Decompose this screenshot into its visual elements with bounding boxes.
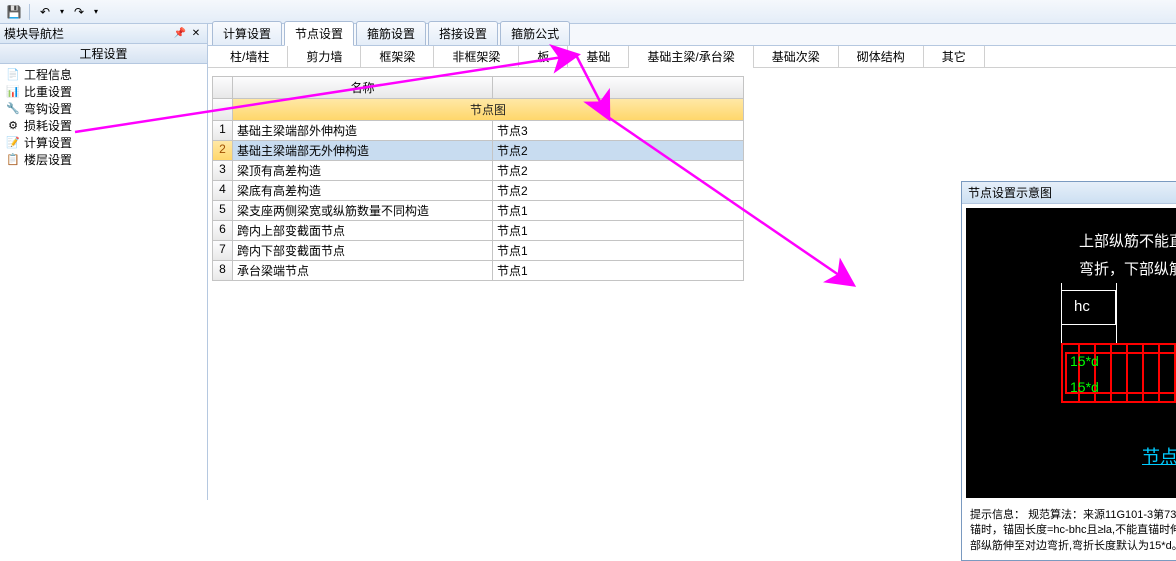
- tree-list: 📄 工程信息 📊 比重设置 🔧 弯钩设置 ⚙ 损耗设置 📝 计算设置 📋 楼层设置: [0, 64, 207, 500]
- save-icon[interactable]: 💾: [4, 2, 24, 22]
- undo-dropdown-icon[interactable]: ▾: [57, 2, 67, 22]
- table-row[interactable]: 5梁支座两侧梁宽或纵筋数量不同构造节点1: [212, 201, 744, 221]
- row-number: 8: [213, 261, 233, 280]
- tree-item-icon: 📝: [6, 136, 20, 150]
- tree-item-icon: 🔧: [6, 102, 20, 116]
- tree-item-label: 工程信息: [24, 66, 72, 83]
- tree-item-4[interactable]: 📝 计算设置: [0, 134, 207, 151]
- tab-0[interactable]: 计算设置: [212, 21, 282, 45]
- top-toolbar: 💾 ↶ ▾ ↷ ▾: [0, 0, 1176, 24]
- row-node: 节点2: [493, 161, 743, 180]
- tab-3[interactable]: 搭接设置: [428, 21, 498, 45]
- row-node: 节点1: [493, 261, 743, 280]
- sub-tab-5[interactable]: 基础: [568, 46, 629, 68]
- row-number: 6: [213, 221, 233, 240]
- row-number: 7: [213, 241, 233, 260]
- table-row[interactable]: 2基础主梁端部无外伸构造节点2: [212, 141, 744, 161]
- row-number: 2: [213, 141, 233, 160]
- table-row[interactable]: 1基础主梁端部外伸构造节点3: [212, 121, 744, 141]
- tree-item-icon: ⚙: [6, 119, 20, 133]
- diagram-text-2: 弯折，下部纵筋至端部弯折: [966, 258, 1176, 279]
- row-number: 1: [213, 121, 233, 140]
- table-row[interactable]: 7跨内下部变截面节点节点1: [212, 241, 744, 261]
- table-row[interactable]: 8承台梁端节点节点1: [212, 261, 744, 281]
- table-row[interactable]: 6跨内上部变截面节点节点1: [212, 221, 744, 241]
- tree-item-icon: 📋: [6, 153, 20, 167]
- diagram-caption[interactable]: 节点二: [966, 443, 1176, 469]
- tab-2[interactable]: 箍筋设置: [356, 21, 426, 45]
- diagram-panel: 节点设置示意图 上部纵筋不能直锚时至端部 弯折，下部纵筋至端部弯折 hc: [961, 181, 1176, 561]
- sub-tab-7[interactable]: 基础次梁: [754, 46, 839, 68]
- proj-settings-header[interactable]: 工程设置: [0, 44, 207, 64]
- row-node: 节点1: [493, 201, 743, 220]
- sub-tab-0[interactable]: 柱/墙柱: [212, 46, 288, 68]
- row-name: 跨内下部变截面节点: [233, 241, 493, 260]
- row-name: 承台梁端节点: [233, 261, 493, 280]
- content-area: 名称 节点图 1基础主梁端部外伸构造节点32基础主梁端部无外伸构造节点23梁顶有…: [208, 68, 1176, 500]
- sub-tab-8[interactable]: 砌体结构: [839, 46, 924, 68]
- sub-tab-3[interactable]: 非框架梁: [434, 46, 519, 68]
- left-panel: 模块导航栏 📌 ✕ 工程设置 📄 工程信息 📊 比重设置 🔧 弯钩设置 ⚙ 损耗设置 📝 计算设置…: [0, 24, 208, 500]
- tree-item-3[interactable]: ⚙ 损耗设置: [0, 117, 207, 134]
- diagram-value-1: 15*d: [1070, 353, 1099, 369]
- tree-item-5[interactable]: 📋 楼层设置: [0, 151, 207, 168]
- tree-item-label: 计算设置: [24, 134, 72, 151]
- band-label: 节点图: [233, 99, 743, 120]
- row-node: 节点3: [493, 121, 743, 140]
- row-number: 3: [213, 161, 233, 180]
- info-label: 提示信息：: [970, 508, 1025, 523]
- diagram-canvas: 上部纵筋不能直锚时至端部 弯折，下部纵筋至端部弯折 hc: [966, 208, 1176, 498]
- tree-item-1[interactable]: 📊 比重设置: [0, 83, 207, 100]
- row-name: 基础主梁端部无外伸构造: [233, 141, 493, 160]
- row-name: 基础主梁端部外伸构造: [233, 121, 493, 140]
- row-node: 节点2: [493, 181, 743, 200]
- row-number: 4: [213, 181, 233, 200]
- row-name: 梁底有高差构造: [233, 181, 493, 200]
- table-row[interactable]: 4梁底有高差构造节点2: [212, 181, 744, 201]
- row-name: 跨内上部变截面节点: [233, 221, 493, 240]
- row-number: 5: [213, 201, 233, 220]
- row-node: 节点1: [493, 241, 743, 260]
- sub-tab-9[interactable]: 其它: [924, 46, 985, 68]
- tree-item-2[interactable]: 🔧 弯钩设置: [0, 100, 207, 117]
- diagram-hc: hc: [1074, 298, 1090, 315]
- tree-item-icon: 📊: [6, 85, 20, 99]
- grid-band: 节点图: [212, 99, 744, 121]
- tree-item-icon: 📄: [6, 68, 20, 82]
- row-name: 梁支座两侧梁宽或纵筋数量不同构造: [233, 201, 493, 220]
- table-row[interactable]: 3梁顶有高差构造节点2: [212, 161, 744, 181]
- diagram-title: 节点设置示意图: [962, 182, 1176, 204]
- tree-item-label: 弯钩设置: [24, 100, 72, 117]
- tree-item-label: 损耗设置: [24, 117, 72, 134]
- tree-item-label: 楼层设置: [24, 151, 72, 168]
- close-icon[interactable]: ✕: [189, 27, 203, 41]
- diagram-text-1: 上部纵筋不能直锚时至端部: [966, 230, 1176, 251]
- undo-icon[interactable]: ↶: [35, 2, 55, 22]
- sub-tab-4[interactable]: 板: [519, 46, 568, 68]
- col-name[interactable]: 名称: [233, 77, 493, 98]
- tab-4[interactable]: 箍筋公式: [500, 21, 570, 45]
- tree-item-label: 比重设置: [24, 83, 72, 100]
- redo-icon[interactable]: ↷: [69, 2, 89, 22]
- module-nav-header: 模块导航栏 📌 ✕: [0, 24, 207, 44]
- sub-tab-6[interactable]: 基础主梁/承台梁: [629, 46, 753, 68]
- right-panel: 计算设置节点设置箍筋设置搭接设置箍筋公式 柱/墙柱剪力墙框架梁非框架梁板基础基础…: [208, 24, 1176, 500]
- row-name: 梁顶有高差构造: [233, 161, 493, 180]
- module-nav-label: 模块导航栏: [4, 25, 64, 42]
- row-node: 节点1: [493, 221, 743, 240]
- sub-tabs: 柱/墙柱剪力墙框架梁非框架梁板基础基础主梁/承台梁基础次梁砌体结构其它: [208, 46, 1176, 68]
- diagram-info: 提示信息： 规范算法：来源11G101-3第73页“端部无外伸构造”节点。顶部纵…: [962, 502, 1176, 560]
- redo-dropdown-icon[interactable]: ▾: [91, 2, 101, 22]
- main-tabs: 计算设置节点设置箍筋设置搭接设置箍筋公式: [208, 24, 1176, 46]
- tab-1[interactable]: 节点设置: [284, 21, 354, 46]
- sub-tab-2[interactable]: 框架梁: [361, 46, 434, 68]
- grid: 名称 节点图 1基础主梁端部外伸构造节点32基础主梁端部无外伸构造节点23梁顶有…: [212, 76, 744, 281]
- diagram-value-2: 15*d: [1070, 379, 1099, 395]
- sub-tab-1[interactable]: 剪力墙: [288, 46, 361, 68]
- grid-header: 名称: [212, 76, 744, 99]
- tree-item-0[interactable]: 📄 工程信息: [0, 66, 207, 83]
- row-node: 节点2: [493, 141, 743, 160]
- pin-icon[interactable]: 📌: [173, 27, 187, 41]
